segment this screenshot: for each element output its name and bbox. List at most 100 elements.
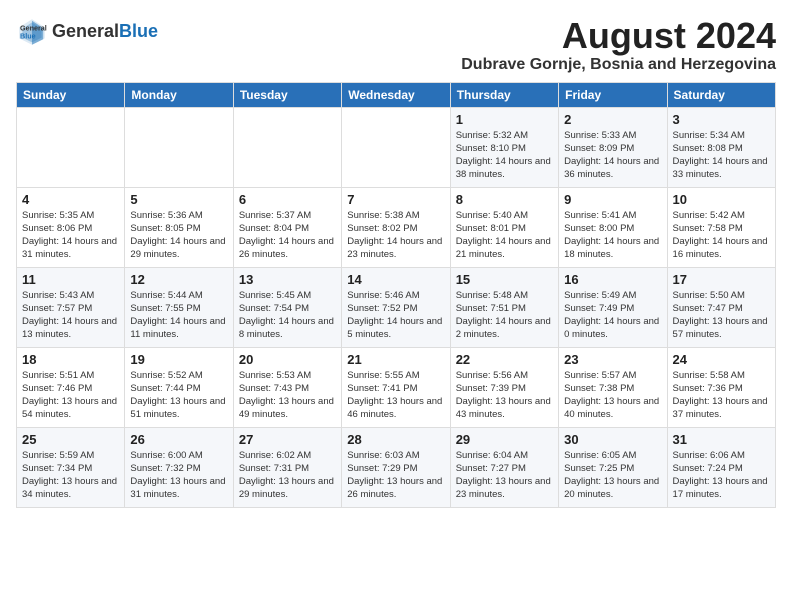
day-info: Sunrise: 5:51 AM Sunset: 7:46 PM Dayligh… [22,369,119,422]
day-info: Sunrise: 6:04 AM Sunset: 7:27 PM Dayligh… [456,449,553,502]
day-number: 11 [22,272,119,287]
calendar-cell: 23Sunrise: 5:57 AM Sunset: 7:38 PM Dayli… [559,347,667,427]
day-info: Sunrise: 5:52 AM Sunset: 7:44 PM Dayligh… [130,369,227,422]
day-info: Sunrise: 5:46 AM Sunset: 7:52 PM Dayligh… [347,289,444,342]
day-info: Sunrise: 5:40 AM Sunset: 8:01 PM Dayligh… [456,209,553,262]
day-number: 21 [347,352,444,367]
column-header-thursday: Thursday [450,82,558,107]
day-info: Sunrise: 5:57 AM Sunset: 7:38 PM Dayligh… [564,369,661,422]
calendar-cell: 2 Sunrise: 5:33 AM Sunset: 8:09 PM Daylig… [559,107,667,187]
page-header: General Blue General Blue August 2024 Dub… [16,16,776,74]
column-header-wednesday: Wednesday [342,82,450,107]
calendar-cell [342,107,450,187]
day-info: Sunrise: 5:37 AM Sunset: 8:04 PM Dayligh… [239,209,336,262]
day-number: 1 [456,112,553,127]
calendar-cell: 21 Sunrise: 5:55 AM Sunset: 7:41 PM Dayli… [342,347,450,427]
column-header-friday: Friday [559,82,667,107]
day-info: Sunrise: 5:59 AM Sunset: 7:34 PM Dayligh… [22,449,119,502]
day-info: Sunrise: 5:53 AM Sunset: 7:43 PM Dayligh… [239,369,336,422]
column-header-monday: Monday [125,82,233,107]
calendar-cell: 18Sunrise: 5:51 AM Sunset: 7:46 PM Dayli… [17,347,125,427]
day-info: Sunrise: 5:48 AM Sunset: 7:51 PM Dayligh… [456,289,553,342]
day-number: 14 [347,272,444,287]
calendar-cell: 17 Sunrise: 5:50 AM Sunset: 7:47 PM Dayli… [667,267,775,347]
day-number: 25 [22,432,119,447]
calendar-cell: 19 Sunrise: 5:52 AM Sunset: 7:44 PM Dayli… [125,347,233,427]
calendar-cell: 4Sunrise: 5:35 AM Sunset: 8:06 PM Daylig… [17,187,125,267]
calendar-table: SundayMondayTuesdayWednesdayThursdayFrid… [16,82,776,508]
calendar-cell: 1 Sunrise: 5:32 AM Sunset: 8:10 PM Daylig… [450,107,558,187]
day-number: 10 [673,192,770,207]
column-header-sunday: Sunday [17,82,125,107]
day-info: Sunrise: 5:32 AM Sunset: 8:10 PM Dayligh… [456,129,553,182]
day-info: Sunrise: 5:41 AM Sunset: 8:00 PM Dayligh… [564,209,661,262]
title-block: August 2024 Dubrave Gornje, Bosnia and H… [461,16,776,74]
calendar-cell: 30Sunrise: 6:05 AM Sunset: 7:25 PM Dayli… [559,427,667,507]
calendar-cell: 15 Sunrise: 5:48 AM Sunset: 7:51 PM Dayli… [450,267,558,347]
day-number: 8 [456,192,553,207]
day-number: 2 [564,112,661,127]
calendar-cell: 16 Sunrise: 5:49 AM Sunset: 7:49 PM Dayli… [559,267,667,347]
calendar-week-row: 4Sunrise: 5:35 AM Sunset: 8:06 PM Daylig… [17,187,776,267]
calendar-cell: 14 Sunrise: 5:46 AM Sunset: 7:52 PM Dayli… [342,267,450,347]
calendar-week-row: 25 Sunrise: 5:59 AM Sunset: 7:34 PM Dayli… [17,427,776,507]
day-info: Sunrise: 6:06 AM Sunset: 7:24 PM Dayligh… [673,449,770,502]
day-info: Sunrise: 6:02 AM Sunset: 7:31 PM Dayligh… [239,449,336,502]
day-number: 12 [130,272,227,287]
calendar-cell: 22Sunrise: 5:56 AM Sunset: 7:39 PM Dayli… [450,347,558,427]
calendar-cell: 13Sunrise: 5:45 AM Sunset: 7:54 PM Dayli… [233,267,341,347]
month-year-title: August 2024 [461,16,776,56]
day-number: 28 [347,432,444,447]
day-info: Sunrise: 5:35 AM Sunset: 8:06 PM Dayligh… [22,209,119,262]
day-number: 13 [239,272,336,287]
day-info: Sunrise: 6:05 AM Sunset: 7:25 PM Dayligh… [564,449,661,502]
day-info: Sunrise: 5:34 AM Sunset: 8:08 PM Dayligh… [673,129,770,182]
day-number: 29 [456,432,553,447]
calendar-cell: 5Sunrise: 5:36 AM Sunset: 8:05 PM Daylig… [125,187,233,267]
location-title: Dubrave Gornje, Bosnia and Herzegovina [461,56,776,74]
calendar-cell: 10 Sunrise: 5:42 AM Sunset: 7:58 PM Dayli… [667,187,775,267]
day-info: Sunrise: 5:33 AM Sunset: 8:09 PM Dayligh… [564,129,661,182]
calendar-week-row: 11 Sunrise: 5:43 AM Sunset: 7:57 PM Dayli… [17,267,776,347]
calendar-cell: 31Sunrise: 6:06 AM Sunset: 7:24 PM Dayli… [667,427,775,507]
day-number: 27 [239,432,336,447]
calendar-cell: 11 Sunrise: 5:43 AM Sunset: 7:57 PM Dayli… [17,267,125,347]
calendar-cell: 7 Sunrise: 5:38 AM Sunset: 8:02 PM Daylig… [342,187,450,267]
svg-text:Blue: Blue [20,31,36,40]
day-number: 15 [456,272,553,287]
calendar-cell: 25 Sunrise: 5:59 AM Sunset: 7:34 PM Dayli… [17,427,125,507]
calendar-week-row: 18Sunrise: 5:51 AM Sunset: 7:46 PM Dayli… [17,347,776,427]
day-info: Sunrise: 5:50 AM Sunset: 7:47 PM Dayligh… [673,289,770,342]
day-number: 17 [673,272,770,287]
day-info: Sunrise: 5:55 AM Sunset: 7:41 PM Dayligh… [347,369,444,422]
calendar-week-row: 1 Sunrise: 5:32 AM Sunset: 8:10 PM Daylig… [17,107,776,187]
calendar-header-row: SundayMondayTuesdayWednesdayThursdayFrid… [17,82,776,107]
day-info: Sunrise: 5:49 AM Sunset: 7:49 PM Dayligh… [564,289,661,342]
day-info: Sunrise: 5:58 AM Sunset: 7:36 PM Dayligh… [673,369,770,422]
logo-icon: General Blue [16,16,48,48]
calendar-cell: 29 Sunrise: 6:04 AM Sunset: 7:27 PM Dayli… [450,427,558,507]
calendar-cell: 28Sunrise: 6:03 AM Sunset: 7:29 PM Dayli… [342,427,450,507]
day-number: 16 [564,272,661,287]
day-number: 19 [130,352,227,367]
calendar-cell [125,107,233,187]
calendar-cell: 8 Sunrise: 5:40 AM Sunset: 8:01 PM Daylig… [450,187,558,267]
day-info: Sunrise: 5:38 AM Sunset: 8:02 PM Dayligh… [347,209,444,262]
day-info: Sunrise: 5:43 AM Sunset: 7:57 PM Dayligh… [22,289,119,342]
day-info: Sunrise: 5:42 AM Sunset: 7:58 PM Dayligh… [673,209,770,262]
calendar-cell: 6Sunrise: 5:37 AM Sunset: 8:04 PM Daylig… [233,187,341,267]
day-info: Sunrise: 6:00 AM Sunset: 7:32 PM Dayligh… [130,449,227,502]
column-header-saturday: Saturday [667,82,775,107]
logo: General Blue General Blue [16,16,158,48]
logo-general-text: General [52,21,119,41]
day-number: 7 [347,192,444,207]
calendar-cell: 12Sunrise: 5:44 AM Sunset: 7:55 PM Dayli… [125,267,233,347]
calendar-cell [17,107,125,187]
calendar-cell [233,107,341,187]
calendar-cell: 26Sunrise: 6:00 AM Sunset: 7:32 PM Dayli… [125,427,233,507]
day-number: 24 [673,352,770,367]
calendar-cell: 3Sunrise: 5:34 AM Sunset: 8:08 PM Daylig… [667,107,775,187]
day-number: 5 [130,192,227,207]
column-header-tuesday: Tuesday [233,82,341,107]
day-number: 20 [239,352,336,367]
